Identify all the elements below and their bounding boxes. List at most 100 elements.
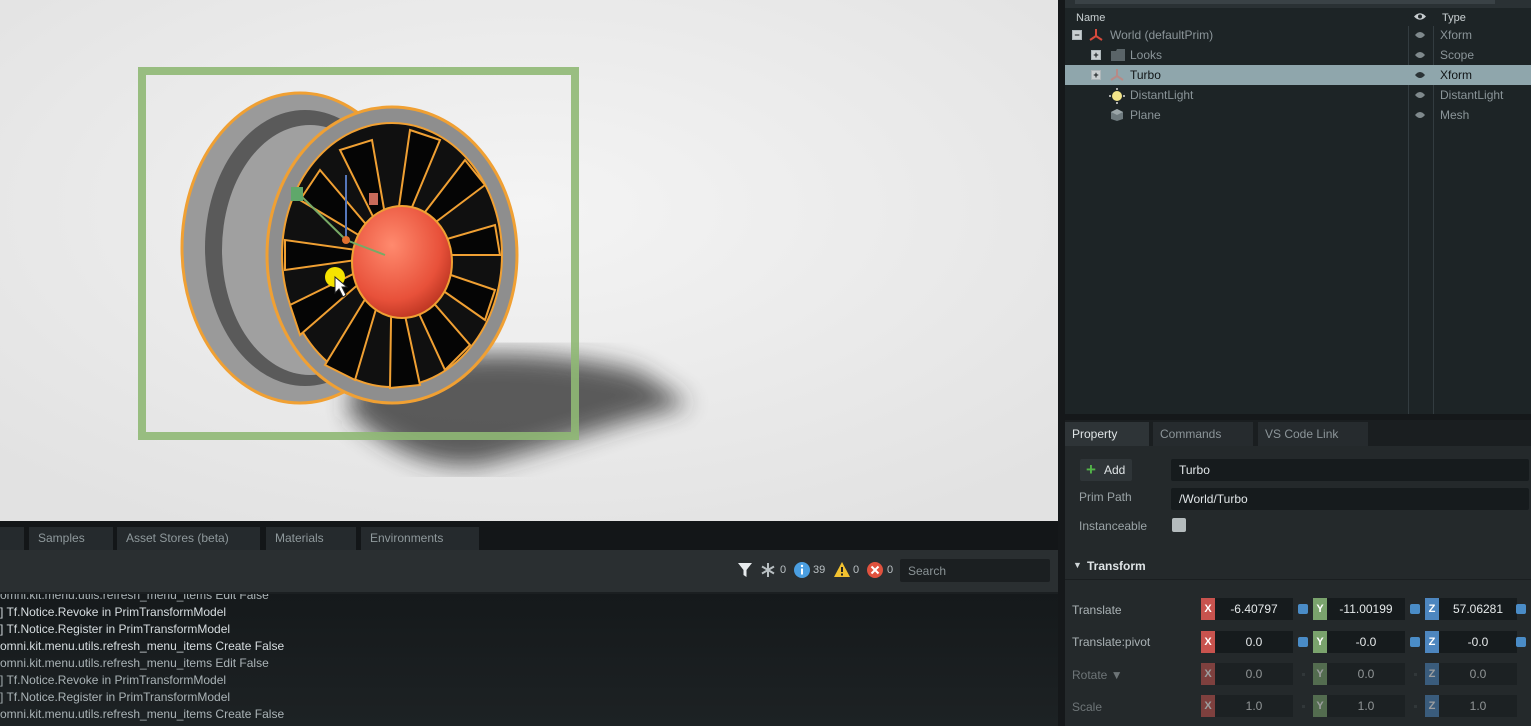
dot-indicator <box>1302 705 1305 708</box>
console-log[interactable]: omni.kit.menu.utils.refresh_menu_items E… <box>0 594 1058 726</box>
translate-label: Translate <box>1072 603 1122 617</box>
tree-item-label: Looks <box>1130 48 1163 62</box>
tab-property[interactable]: Property <box>1065 422 1149 446</box>
column-type-header[interactable]: Type <box>1442 12 1466 24</box>
tree-row-world[interactable]: − World (defaultPrim) Xform <box>1065 25 1531 45</box>
eye-icon[interactable] <box>1414 89 1426 101</box>
pivot-z-field[interactable]: -0.0 <box>1439 631 1517 653</box>
axis-y-tag: Y <box>1313 598 1327 620</box>
collapse-toggle[interactable]: − <box>1072 30 1082 40</box>
prim-name-field[interactable]: Turbo <box>1171 459 1529 481</box>
verbose-count: 0 <box>780 564 787 576</box>
stage-scrollbar-area[interactable] <box>1065 0 1531 8</box>
log-line: omni.kit.menu.utils.refresh_menu_items C… <box>0 639 285 653</box>
add-button[interactable]: + Add <box>1080 459 1132 481</box>
link-icon[interactable] <box>1298 637 1308 647</box>
prim-path-field[interactable]: /World/Turbo <box>1171 488 1529 510</box>
axis-y-tag: Y <box>1313 631 1327 653</box>
axis-y-tag: Y <box>1313 663 1327 685</box>
eye-icon[interactable] <box>1414 69 1426 81</box>
log-line: omni.kit.menu.utils.refresh_menu_items E… <box>0 656 269 670</box>
console-search-input[interactable] <box>900 559 1050 582</box>
tree-item-type: Mesh <box>1440 108 1470 122</box>
bottom-panel: Samples Asset Stores (beta) Materials En… <box>0 521 1058 726</box>
property-panel: Property Commands VS Code Link + Add Tur… <box>1065 420 1531 726</box>
instanceable-checkbox[interactable] <box>1172 518 1186 532</box>
dot-indicator <box>1414 705 1417 708</box>
tree-row-looks[interactable]: + Looks Scope <box>1065 45 1531 65</box>
error-icon[interactable] <box>866 561 884 584</box>
add-button-label: Add <box>1104 463 1126 477</box>
scale-label: Scale <box>1072 700 1103 714</box>
axis-x-tag: X <box>1201 695 1215 717</box>
expand-toggle[interactable]: + <box>1091 50 1101 60</box>
tree-row-plane[interactable]: Plane Mesh <box>1065 105 1531 125</box>
scale-y-field[interactable]: 1.0 <box>1327 695 1405 717</box>
dot-indicator <box>1414 673 1417 676</box>
scale-x-field[interactable]: 1.0 <box>1215 695 1293 717</box>
divider <box>1065 579 1531 580</box>
tab-samples[interactable]: Samples <box>29 527 113 550</box>
eye-icon[interactable] <box>1414 29 1426 41</box>
tree-row-turbo[interactable]: + Turbo Xform <box>1065 65 1531 85</box>
error-count: 0 <box>887 564 894 576</box>
link-icon[interactable] <box>1410 637 1420 647</box>
scale-z-field[interactable]: 1.0 <box>1439 695 1517 717</box>
console-toolbar: 0 39 0 0 <box>0 550 1058 592</box>
link-icon[interactable] <box>1410 604 1420 614</box>
panel-divider[interactable] <box>1058 0 1065 726</box>
translate-y-field[interactable]: -11.00199 <box>1327 598 1405 620</box>
viewport[interactable] <box>0 0 1058 521</box>
log-line: ] Tf.Notice.Register in PrimTransformMod… <box>0 622 231 636</box>
filter-icon[interactable] <box>737 562 753 583</box>
tab-commands[interactable]: Commands <box>1153 422 1253 446</box>
pivot-y-field[interactable]: -0.0 <box>1327 631 1405 653</box>
horizontal-scroll-handle[interactable] <box>1075 0 1495 4</box>
tab-materials[interactable]: Materials <box>266 527 356 550</box>
rotate-x-field[interactable]: 0.0 <box>1215 663 1293 685</box>
stage-panel: Name Type − World (defaultPrim) Xform + … <box>1065 0 1531 417</box>
log-line: ] Tf.Notice.Revoke in PrimTransformModel <box>0 605 227 619</box>
tab-vs-code-link[interactable]: VS Code Link <box>1258 422 1368 446</box>
expand-toggle[interactable]: + <box>1091 70 1101 80</box>
column-name-header[interactable]: Name <box>1076 12 1105 24</box>
axis-z-tag: Z <box>1425 598 1439 620</box>
rotate-z-field[interactable]: 0.0 <box>1439 663 1517 685</box>
log-line: ] Tf.Notice.Revoke in PrimTransformModel <box>0 673 227 687</box>
log-line: omni.kit.menu.utils.refresh_menu_items C… <box>0 707 285 721</box>
tree-row-distantlight[interactable]: DistantLight DistantLight <box>1065 85 1531 105</box>
tab-asset-stores[interactable]: Asset Stores (beta) <box>117 527 260 550</box>
translate-x-field[interactable]: -6.40797 <box>1215 598 1293 620</box>
axis-y-tag: Y <box>1313 695 1327 717</box>
tab-hidden-left[interactable] <box>0 527 24 550</box>
link-icon[interactable] <box>1516 637 1526 647</box>
dot-indicator <box>1302 673 1305 676</box>
link-icon[interactable] <box>1516 604 1526 614</box>
rotate-y-field[interactable]: 0.0 <box>1327 663 1405 685</box>
transform-section-header[interactable]: ▼ Transform <box>1065 554 1531 578</box>
light-icon <box>1109 88 1125 104</box>
xform-icon <box>1110 68 1124 82</box>
info-icon[interactable] <box>793 561 811 584</box>
bottom-tab-bar: Samples Asset Stores (beta) Materials En… <box>0 521 1058 550</box>
tab-environments[interactable]: Environments <box>361 527 479 550</box>
tree-item-type: Xform <box>1440 28 1473 42</box>
asterisk-icon[interactable] <box>760 562 776 583</box>
tree-item-type: Scope <box>1440 48 1475 62</box>
visibility-column-eye-icon[interactable] <box>1413 11 1427 25</box>
log-line: ] Tf.Notice.Register in PrimTransformMod… <box>0 690 231 704</box>
axis-x-tag: X <box>1201 663 1215 685</box>
axis-x-tag: X <box>1201 598 1215 620</box>
tree-item-label: Turbo <box>1130 68 1161 82</box>
eye-icon[interactable] <box>1414 49 1426 61</box>
warning-icon[interactable] <box>833 561 851 583</box>
pivot-x-field[interactable]: 0.0 <box>1215 631 1293 653</box>
link-icon[interactable] <box>1298 604 1308 614</box>
translate-z-field[interactable]: 57.06281 <box>1439 598 1517 620</box>
translate-pivot-label: Translate:pivot <box>1072 635 1151 649</box>
rotate-label[interactable]: Rotate ▼ <box>1072 668 1123 682</box>
axis-x-tag: X <box>1201 631 1215 653</box>
info-count: 39 <box>813 564 826 576</box>
eye-icon[interactable] <box>1414 109 1426 121</box>
collapse-triangle-icon: ▼ <box>1073 560 1082 570</box>
